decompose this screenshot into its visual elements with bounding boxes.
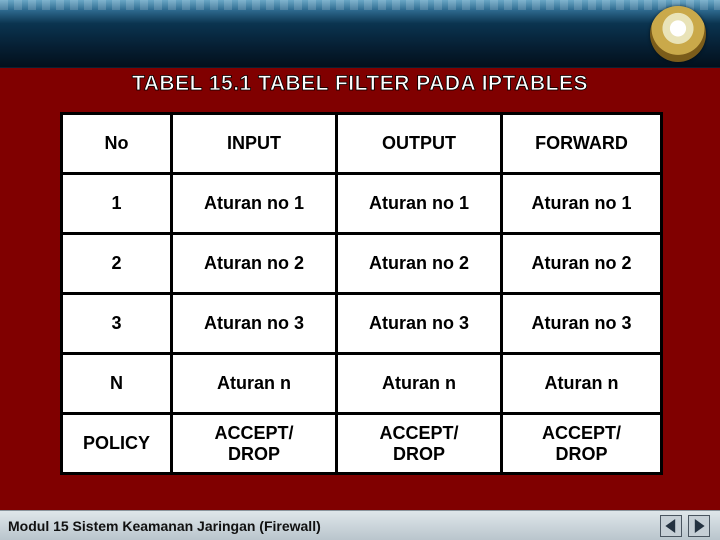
header-bar — [0, 0, 720, 68]
footer-text: Modul 15 Sistem Keamanan Jaringan (Firew… — [8, 518, 321, 534]
prev-button[interactable] — [660, 515, 682, 537]
iptables-filter-table: No INPUT OUTPUT FORWARD 1 Aturan no 1 At… — [60, 112, 663, 475]
cell-output: Aturan no 2 — [337, 234, 502, 294]
cell-forward: Aturan no 3 — [502, 294, 662, 354]
nav-controls — [660, 515, 710, 537]
cell-no: 3 — [62, 294, 172, 354]
cell-input: Aturan no 3 — [172, 294, 337, 354]
table-row-policy: POLICY ACCEPT/DROP ACCEPT/DROP ACCEPT/DR… — [62, 414, 662, 474]
slide-title: TABEL 15.1 TABEL FILTER PADA IPTABLES — [0, 72, 720, 96]
cell-output: ACCEPT/DROP — [337, 414, 502, 474]
next-button[interactable] — [688, 515, 710, 537]
tut-wuri-logo-icon — [650, 6, 706, 62]
cell-output: Aturan no 1 — [337, 174, 502, 234]
cell-forward: Aturan no 1 — [502, 174, 662, 234]
header-strip — [0, 0, 720, 10]
cell-forward: Aturan n — [502, 354, 662, 414]
table-container: No INPUT OUTPUT FORWARD 1 Aturan no 1 At… — [60, 112, 660, 475]
cell-no: POLICY — [62, 414, 172, 474]
cell-input: Aturan no 2 — [172, 234, 337, 294]
col-input: INPUT — [172, 114, 337, 174]
col-no: No — [62, 114, 172, 174]
footer-bar: Modul 15 Sistem Keamanan Jaringan (Firew… — [0, 510, 720, 540]
table-header-row: No INPUT OUTPUT FORWARD — [62, 114, 662, 174]
table-row: 1 Aturan no 1 Aturan no 1 Aturan no 1 — [62, 174, 662, 234]
cell-input: Aturan n — [172, 354, 337, 414]
cell-forward: Aturan no 2 — [502, 234, 662, 294]
cell-input: Aturan no 1 — [172, 174, 337, 234]
cell-output: Aturan no 3 — [337, 294, 502, 354]
table-row: 2 Aturan no 2 Aturan no 2 Aturan no 2 — [62, 234, 662, 294]
cell-output: Aturan n — [337, 354, 502, 414]
table-row: 3 Aturan no 3 Aturan no 3 Aturan no 3 — [62, 294, 662, 354]
cell-no: 1 — [62, 174, 172, 234]
col-forward: FORWARD — [502, 114, 662, 174]
cell-no: N — [62, 354, 172, 414]
cell-no: 2 — [62, 234, 172, 294]
cell-input: ACCEPT/DROP — [172, 414, 337, 474]
slide: TABEL 15.1 TABEL FILTER PADA IPTABLES No… — [0, 0, 720, 540]
col-output: OUTPUT — [337, 114, 502, 174]
cell-forward: ACCEPT/DROP — [502, 414, 662, 474]
arrow-left-icon — [664, 519, 678, 533]
table-row: N Aturan n Aturan n Aturan n — [62, 354, 662, 414]
arrow-right-icon — [692, 519, 706, 533]
